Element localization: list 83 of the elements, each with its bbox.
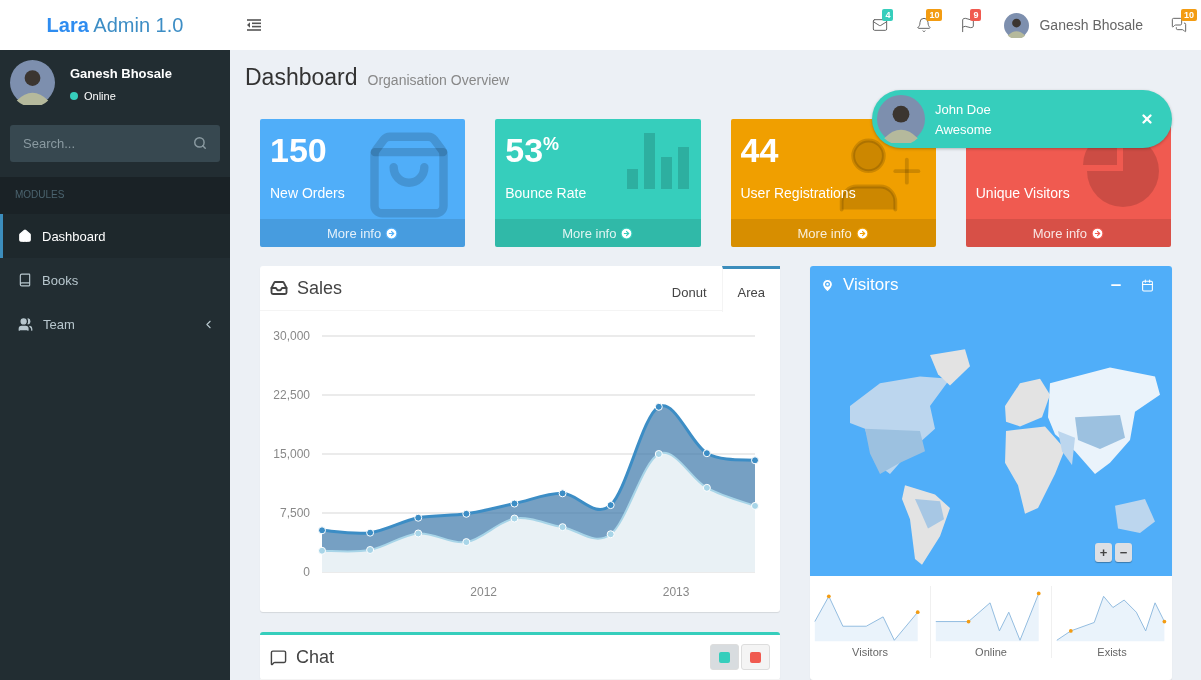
point (366, 528, 375, 537)
status-label: Online (84, 90, 116, 102)
stat-value: 53$^{%}$ (505, 131, 560, 171)
point (414, 529, 423, 538)
point (318, 546, 326, 555)
card-title: Chat (296, 646, 335, 668)
calendar-icon[interactable] (1141, 278, 1154, 292)
menu-item[interactable]: Books (0, 258, 230, 302)
search-field[interactable]: Search... (10, 125, 220, 162)
toast-title: John Doe (935, 101, 992, 117)
tab[interactable]: Donut (655, 266, 722, 312)
count-badge: 10 (1181, 9, 1197, 21)
axis-label: 22,500 (273, 388, 310, 402)
user-name[interactable]: Ganesh Bhosale (1039, 17, 1143, 33)
count-badge: 10 (926, 9, 943, 21)
mail-icon[interactable] (872, 17, 889, 33)
home-icon (18, 229, 32, 243)
toast-message: Awesome (935, 121, 992, 137)
stat-label: Unique Visitors (975, 185, 1071, 201)
point (702, 449, 711, 458)
point (462, 509, 471, 518)
color-button[interactable] (710, 644, 739, 670)
point (510, 499, 519, 508)
menu-label: Dashboard (42, 228, 106, 244)
users-icon (18, 316, 33, 332)
menu-label: Books (42, 272, 79, 288)
more-info-link[interactable]: More info (965, 219, 1171, 247)
card-title: Visitors (843, 275, 899, 295)
flag-icon[interactable] (960, 17, 977, 33)
sparkline-label: Visitors (852, 646, 888, 658)
axis-label: 2013 (662, 585, 690, 599)
menu-icon[interactable] (246, 19, 262, 31)
chat-icon (270, 648, 287, 666)
point (318, 526, 326, 535)
point (654, 402, 663, 411)
point (606, 530, 615, 539)
page-subtitle: Organisation Overview (367, 72, 510, 88)
axis-label: 15,000 (273, 447, 310, 461)
axis-label: 0 (303, 565, 310, 579)
axis-label: 7,500 (279, 506, 310, 520)
menu-label: Team (43, 316, 75, 332)
section-header: MODULES (0, 177, 230, 214)
map-pin-icon (820, 277, 835, 293)
point (558, 523, 567, 532)
card-title: Sales (297, 277, 343, 299)
count-badge: 4 (882, 9, 894, 21)
point (366, 545, 375, 554)
sparkline-label: Online (975, 646, 1007, 658)
count-badge: 9 (970, 9, 982, 21)
point (702, 483, 711, 492)
point (654, 450, 663, 458)
menu-item[interactable]: Dashboard (0, 214, 230, 258)
tab[interactable]: Area (721, 266, 780, 312)
color-button[interactable] (741, 644, 770, 670)
point (510, 514, 519, 523)
zoom-button[interactable]: + (1095, 543, 1112, 562)
bell-icon[interactable] (916, 17, 933, 33)
avatar (10, 60, 55, 105)
search-icon[interactable] (193, 136, 207, 150)
point (558, 489, 567, 498)
app-logo[interactable]: Lara Admin 1.0 (0, 13, 230, 37)
inbox-icon (270, 279, 288, 297)
point (414, 513, 423, 522)
stat-label: New Orders (270, 185, 346, 201)
user-name: Ganesh Bhosale (70, 66, 172, 81)
avatar (877, 95, 925, 143)
point (751, 456, 759, 465)
stat-value: 150 (270, 131, 327, 171)
avatar (1004, 12, 1030, 38)
zoom-button[interactable]: − (1115, 543, 1132, 562)
chat-icon[interactable] (1171, 17, 1187, 33)
stat-label: Bounce Rate (505, 185, 588, 201)
book-icon (18, 273, 32, 287)
point (462, 538, 471, 547)
axis-label: 30,000 (273, 329, 310, 343)
axis-label: 2012 (470, 585, 497, 599)
menu-item[interactable]: Team (0, 302, 230, 346)
stat-value: 44 (740, 131, 779, 171)
stat-label: User Registrations (740, 185, 857, 201)
sparkline-label: Exists (1097, 646, 1127, 658)
point (751, 501, 759, 510)
point (606, 501, 615, 510)
page-title: Dashboard (245, 64, 358, 91)
